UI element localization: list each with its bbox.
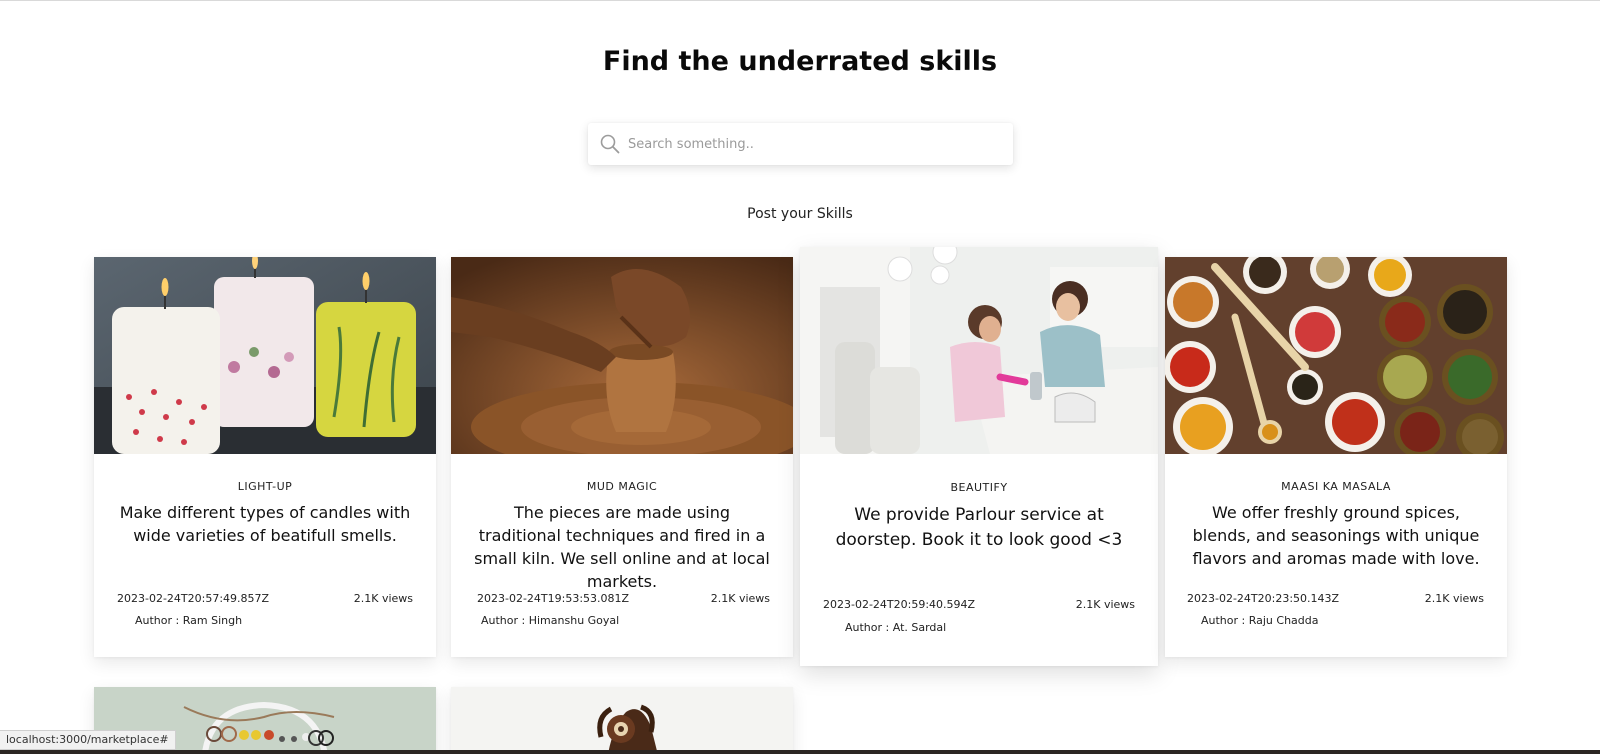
card-date: 2023-02-24T20:23:50.143Z <box>1187 592 1340 605</box>
card-date: 2023-02-24T20:57:49.857Z <box>117 592 270 605</box>
card-category: LIGHT-UP <box>237 480 293 493</box>
card-date: 2023-02-24T19:53:53.081Z <box>477 592 630 605</box>
card-description: Make different types of candles with wid… <box>119 503 411 545</box>
status-bar-url: localhost:3000/marketplace# <box>0 730 176 750</box>
card-date: 2023-02-24T20:59:40.594Z <box>823 598 976 611</box>
skill-card[interactable] <box>451 687 793 754</box>
card-category: MUD MAGIC <box>586 480 658 493</box>
card-author: Author : Ram Singh <box>135 614 243 627</box>
search-bar[interactable] <box>588 123 1013 165</box>
card-views: 2.1K views <box>1424 592 1484 605</box>
candles-image <box>94 257 436 454</box>
bottom-edge <box>0 750 1600 754</box>
search-input[interactable] <box>628 136 988 152</box>
parlour-image <box>800 247 1158 454</box>
card-description: The pieces are made using traditional te… <box>474 503 770 591</box>
skill-card[interactable]: LIGHT-UP Make different types of candles… <box>94 257 436 657</box>
chocolate-image <box>451 687 793 754</box>
card-category: MAASI KA MASALA <box>1281 480 1391 493</box>
card-author: Author : Himanshu Goyal <box>481 614 620 627</box>
card-views: 2.1K views <box>353 592 413 605</box>
skill-card[interactable]: MAASI KA MASALA We offer freshly ground … <box>1165 257 1507 657</box>
card-category: BEAUTIFY <box>950 481 1008 494</box>
card-author: Author : At. Sardal <box>845 621 947 634</box>
skill-card[interactable]: BEAUTIFY We provide Parlour service at d… <box>800 247 1158 666</box>
skill-card[interactable]: MUD MAGIC The pieces are made using trad… <box>451 257 793 657</box>
card-views: 2.1K views <box>1075 598 1135 611</box>
top-divider <box>0 0 1600 1</box>
page-title: Find the underrated skills <box>602 46 998 77</box>
card-author: Author : Raju Chadda <box>1201 614 1319 627</box>
post-your-skills-link[interactable]: Post your Skills <box>0 206 1600 222</box>
card-description: We offer freshly ground spices, blends, … <box>1192 503 1480 568</box>
search-icon <box>598 132 622 156</box>
pottery-image <box>451 257 793 454</box>
card-views: 2.1K views <box>710 592 770 605</box>
spices-image <box>1165 257 1507 454</box>
card-description: We provide Parlour service at doorstep. … <box>835 505 1123 550</box>
